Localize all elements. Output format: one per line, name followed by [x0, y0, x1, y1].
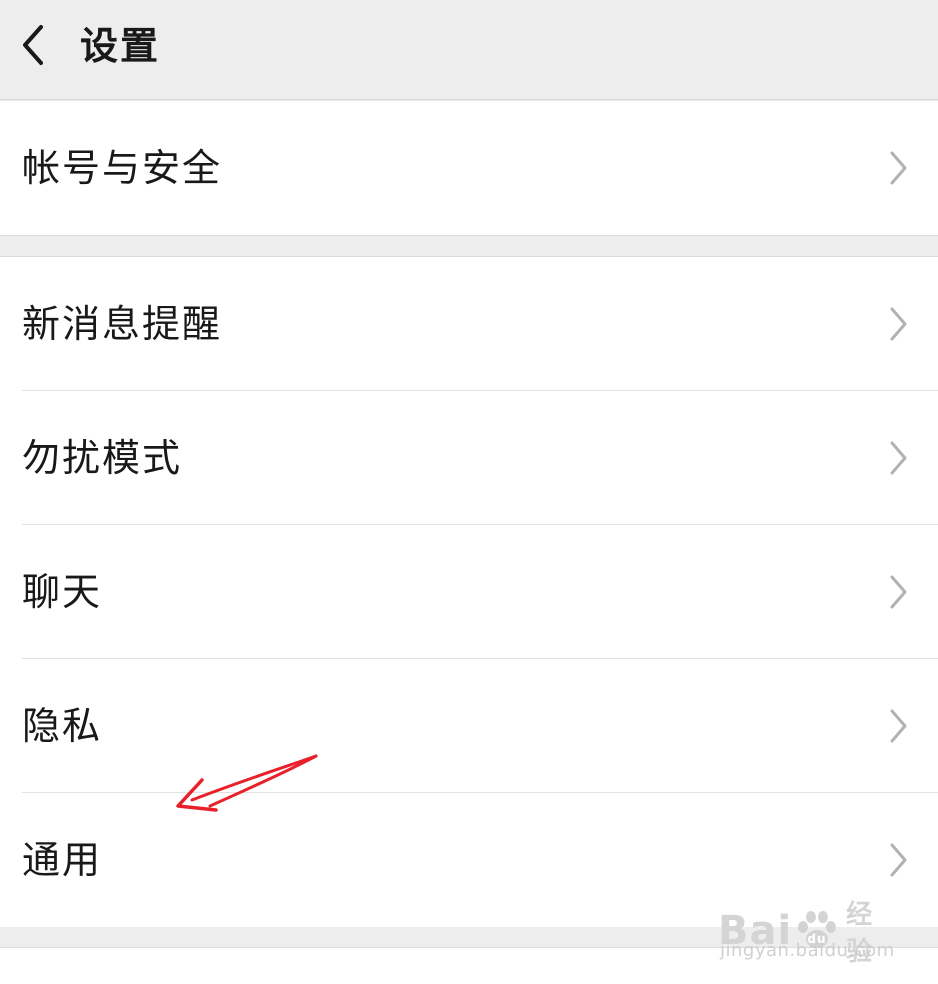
settings-item-chat[interactable]: 聊天	[0, 525, 938, 659]
settings-item-do-not-disturb[interactable]: 勿扰模式	[0, 391, 938, 525]
settings-group-account: 帐号与安全	[0, 101, 938, 236]
chevron-right-icon	[886, 304, 910, 344]
chevron-right-icon	[886, 438, 910, 478]
settings-item-label: 勿扰模式	[22, 436, 183, 480]
back-button[interactable]	[6, 14, 58, 76]
settings-group-main: 新消息提醒 勿扰模式 聊天 隐私 通用	[0, 256, 938, 928]
settings-item-label: 聊天	[22, 570, 103, 614]
chevron-right-icon	[886, 840, 910, 880]
chevron-right-icon	[886, 148, 910, 188]
settings-item-general[interactable]: 通用	[0, 793, 938, 927]
settings-item-label: 隐私	[22, 704, 103, 748]
settings-item-label: 帐号与安全	[22, 146, 223, 190]
nav-bar: 设置	[0, 0, 938, 100]
section-gap	[0, 927, 938, 947]
next-group-partial	[0, 947, 938, 984]
chevron-right-icon	[886, 572, 910, 612]
settings-item-new-message-alerts[interactable]: 新消息提醒	[0, 257, 938, 391]
settings-item-account-security[interactable]: 帐号与安全	[0, 101, 938, 235]
settings-item-privacy[interactable]: 隐私	[0, 659, 938, 793]
settings-item-label: 新消息提醒	[22, 302, 223, 346]
page-title: 设置	[80, 24, 161, 68]
chevron-right-icon	[886, 706, 910, 746]
chevron-left-icon	[23, 25, 43, 65]
settings-item-label: 通用	[22, 838, 103, 882]
